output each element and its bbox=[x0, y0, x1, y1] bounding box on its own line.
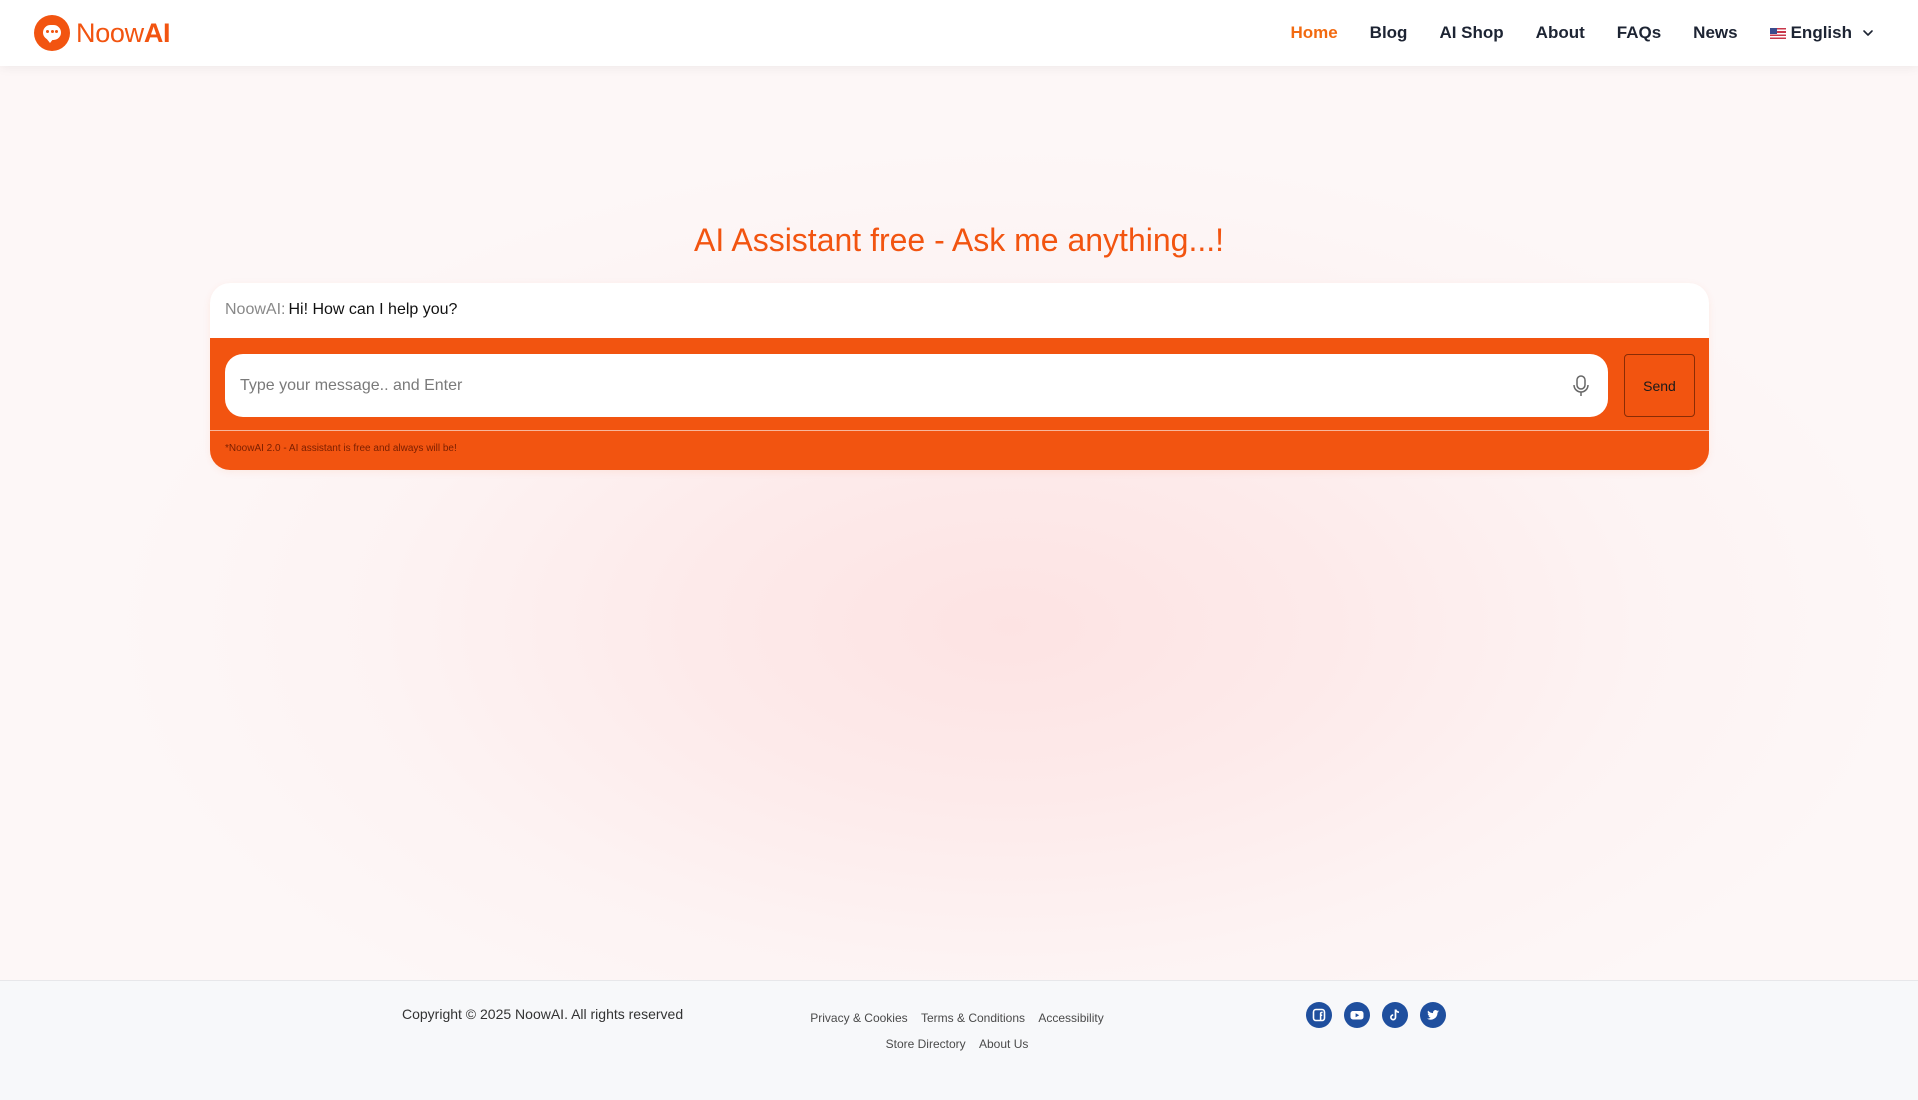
message-text: Hi! How can I help you? bbox=[288, 301, 458, 318]
microphone-icon[interactable] bbox=[1570, 374, 1592, 398]
footer-link-about-us[interactable]: About Us bbox=[979, 1037, 1028, 1051]
twitter-icon[interactable] bbox=[1420, 1002, 1446, 1028]
message-input-wrapper bbox=[225, 354, 1608, 417]
youtube-icon[interactable] bbox=[1344, 1002, 1370, 1028]
send-button[interactable]: Send bbox=[1624, 354, 1695, 417]
logo[interactable]: NoowAI bbox=[34, 15, 171, 51]
chat-messages: NoowAI: Hi! How can I help you? bbox=[210, 283, 1709, 338]
nav-about[interactable]: About bbox=[1536, 23, 1585, 43]
page-background bbox=[0, 66, 1918, 980]
footer-link-accessibility[interactable]: Accessibility bbox=[1038, 1011, 1103, 1025]
facebook-icon[interactable] bbox=[1306, 1002, 1332, 1028]
chevron-down-icon bbox=[1863, 30, 1873, 36]
footer-links: Privacy & Cookies Terms & Conditions Acc… bbox=[802, 1005, 1112, 1057]
chat-bubble-icon bbox=[34, 15, 70, 51]
nav-ai-shop[interactable]: AI Shop bbox=[1439, 23, 1503, 43]
chat-message: NoowAI: Hi! How can I help you? bbox=[225, 301, 1694, 319]
footer-link-terms[interactable]: Terms & Conditions bbox=[921, 1011, 1025, 1025]
page-title: AI Assistant free - Ask me anything...! bbox=[693, 222, 1224, 258]
nav-blog[interactable]: Blog bbox=[1370, 23, 1408, 43]
chat-widget: NoowAI:Hi! How can I help you? Send *Noo… bbox=[210, 283, 1709, 470]
chat-input-bar: Send bbox=[210, 338, 1709, 431]
site-header: NoowAI Home Blog AI Shop About FAQs News… bbox=[0, 0, 1918, 66]
site-footer: Copyright © 2025 NoowAI. All rights rese… bbox=[0, 980, 1918, 1100]
main-nav: Home Blog AI Shop About FAQs News Englis… bbox=[1258, 0, 1874, 66]
message-input[interactable] bbox=[225, 354, 1608, 417]
nav-faqs[interactable]: FAQs bbox=[1617, 23, 1661, 43]
us-flag-icon bbox=[1769, 27, 1786, 39]
copyright-text: Copyright © 2025 NoowAI. All rights rese… bbox=[402, 1006, 684, 1022]
social-links bbox=[1306, 1002, 1458, 1028]
disclaimer-note: *NoowAI 2.0 - AI assistant is free and a… bbox=[210, 431, 1709, 470]
tiktok-icon[interactable] bbox=[1382, 1002, 1408, 1028]
language-selector[interactable]: English bbox=[1769, 23, 1874, 43]
footer-link-privacy[interactable]: Privacy & Cookies bbox=[810, 1011, 907, 1025]
language-label: English bbox=[1790, 23, 1852, 42]
nav-news[interactable]: News bbox=[1693, 23, 1737, 43]
nav-home[interactable]: Home bbox=[1290, 23, 1337, 43]
message-sender: NoowAI: bbox=[225, 301, 286, 318]
logo-text: NoowAI bbox=[76, 17, 171, 48]
footer-link-store-directory[interactable]: Store Directory bbox=[886, 1037, 966, 1051]
